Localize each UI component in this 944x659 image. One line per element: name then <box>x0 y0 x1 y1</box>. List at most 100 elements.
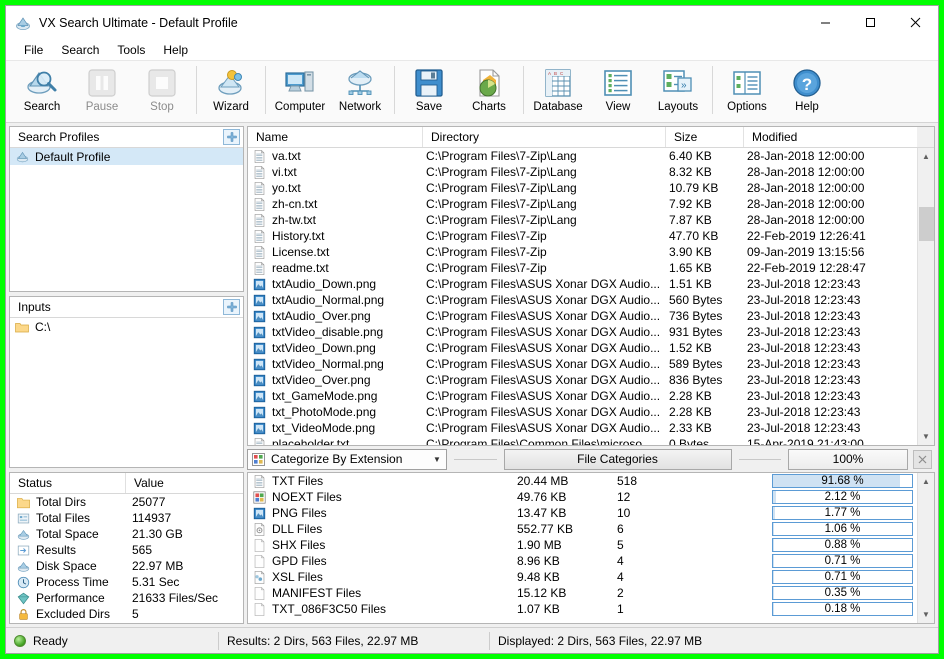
file-row[interactable]: vi.txtC:\Program Files\7-Zip\Lang8.32 KB… <box>248 164 917 180</box>
close-button[interactable] <box>893 6 938 39</box>
category-name: SHX Files <box>272 538 517 552</box>
category-row[interactable]: DLL Files552.77 KB61.06 % <box>248 521 917 537</box>
xsl-file-icon <box>251 570 267 584</box>
file-modified: 23-Jul-2018 12:23:43 <box>744 357 917 371</box>
file-row[interactable]: txt_PhotoMode.pngC:\Program Files\ASUS X… <box>248 404 917 420</box>
file-row[interactable]: txt_GameMode.pngC:\Program Files\ASUS Xo… <box>248 388 917 404</box>
profile-row[interactable]: Default Profile <box>10 148 243 165</box>
add-input-button[interactable] <box>223 299 240 315</box>
add-profile-button[interactable] <box>223 129 240 145</box>
category-row[interactable]: TXT Files20.44 MB51891.68 % <box>248 473 917 489</box>
folder-icon <box>14 320 30 334</box>
file-row[interactable]: License.txtC:\Program Files\7-Zip3.90 KB… <box>248 244 917 260</box>
layouts-icon: » <box>662 66 694 100</box>
file-size: 47.70 KB <box>666 229 744 243</box>
toolbar-label: Save <box>416 101 442 113</box>
categorize-dropdown[interactable]: Categorize By Extension ▼ <box>247 449 447 470</box>
column-header-size[interactable]: Size <box>666 127 744 147</box>
toolbar-button-database[interactable]: ABCDatabase <box>528 61 588 121</box>
file-row[interactable]: txtAudio_Down.pngC:\Program Files\ASUS X… <box>248 276 917 292</box>
file-row[interactable]: txtVideo_disable.pngC:\Program Files\ASU… <box>248 324 917 340</box>
png-file-icon <box>251 357 267 371</box>
toolbar-label: Options <box>727 101 767 113</box>
toolbar-button-layouts[interactable]: »Layouts <box>648 61 708 121</box>
menu-help[interactable]: Help <box>154 41 197 59</box>
txt-file-icon <box>251 149 267 163</box>
file-row[interactable]: txtAudio_Normal.pngC:\Program Files\ASUS… <box>248 292 917 308</box>
toolbar-button-search[interactable]: Search <box>12 61 72 121</box>
category-row[interactable]: PNG Files13.47 KB101.77 % <box>248 505 917 521</box>
cat-scroll-down-icon[interactable]: ▼ <box>918 606 935 623</box>
category-percent: 1.06 % <box>772 522 913 536</box>
png-file-icon <box>251 277 267 291</box>
column-header-name[interactable]: Name <box>248 127 423 147</box>
category-row[interactable]: GPD Files8.96 KB40.71 % <box>248 553 917 569</box>
inputs-header: Inputs <box>10 297 243 318</box>
categories-scrollbar[interactable]: ▲ ▼ <box>917 473 934 623</box>
file-directory: C:\Program Files\ASUS Xonar DGX Audio... <box>423 293 666 307</box>
chevron-down-icon[interactable]: ▼ <box>428 450 446 469</box>
file-row[interactable]: txtVideo_Normal.pngC:\Program Files\ASUS… <box>248 356 917 372</box>
close-categories-icon[interactable] <box>913 450 932 469</box>
toolbar-button-computer[interactable]: Computer <box>270 61 330 121</box>
category-row[interactable]: XSL Files9.48 KB40.71 % <box>248 569 917 585</box>
minimize-button[interactable] <box>803 6 848 39</box>
inputs-list[interactable]: C:\ <box>10 318 243 467</box>
scroll-thumb[interactable] <box>919 207 934 241</box>
file-name: txt_VideoMode.png <box>272 421 375 435</box>
file-row[interactable]: zh-cn.txtC:\Program Files\7-Zip\Lang7.92… <box>248 196 917 212</box>
maximize-button[interactable] <box>848 6 893 39</box>
toolbar-button-options[interactable]: Options <box>717 61 777 121</box>
category-row[interactable]: SHX Files1.90 MB50.88 % <box>248 537 917 553</box>
file-row[interactable]: yo.txtC:\Program Files\7-Zip\Lang10.79 K… <box>248 180 917 196</box>
category-count: 4 <box>617 570 772 584</box>
category-row[interactable]: MANIFEST Files15.12 KB20.35 % <box>248 585 917 601</box>
cat-scroll-up-icon[interactable]: ▲ <box>918 473 935 490</box>
toolbar-button-save[interactable]: Save <box>399 61 459 121</box>
file-categories-tab[interactable]: File Categories <box>504 449 732 470</box>
disk-icon <box>15 527 31 541</box>
status-key: Total Dirs <box>36 495 132 509</box>
category-row[interactable]: NOEXT Files49.76 KB122.12 % <box>248 489 917 505</box>
category-rows[interactable]: TXT Files20.44 MB51891.68 %NOEXT Files49… <box>248 473 917 623</box>
file-size: 7.92 KB <box>666 197 744 211</box>
menu-file[interactable]: File <box>15 41 52 59</box>
divider-left <box>454 459 497 460</box>
input-row[interactable]: C:\ <box>10 318 243 335</box>
toolbar-button-network[interactable]: Network <box>330 61 390 121</box>
scroll-up-icon[interactable]: ▲ <box>918 148 935 165</box>
zoom-level[interactable]: 100% <box>788 449 908 470</box>
file-row[interactable]: txtVideo_Over.pngC:\Program Files\ASUS X… <box>248 372 917 388</box>
toolbar-button-wizard[interactable]: Wizard <box>201 61 261 121</box>
file-size: 560 Bytes <box>666 293 744 307</box>
file-list-scrollbar[interactable]: ▲ ▼ <box>917 148 934 445</box>
file-row[interactable]: placeholder.txtC:\Program Files\Common F… <box>248 436 917 445</box>
category-row[interactable]: TXT_086F3C50 Files1.07 KB10.18 % <box>248 601 917 617</box>
file-row[interactable]: History.txtC:\Program Files\7-Zip47.70 K… <box>248 228 917 244</box>
file-rows[interactable]: va.txtC:\Program Files\7-Zip\Lang6.40 KB… <box>248 148 917 445</box>
menu-search[interactable]: Search <box>52 41 108 59</box>
column-header-modified[interactable]: Modified <box>744 127 917 147</box>
generic-file-icon <box>251 586 267 600</box>
category-name: GPD Files <box>272 554 517 568</box>
file-size: 931 Bytes <box>666 325 744 339</box>
txt-file-icon <box>251 474 267 488</box>
category-size: 49.76 KB <box>517 490 617 504</box>
menu-tools[interactable]: Tools <box>108 41 154 59</box>
search-profiles-list[interactable]: Default Profile <box>10 148 243 291</box>
scroll-track[interactable] <box>918 165 935 428</box>
file-size: 836 Bytes <box>666 373 744 387</box>
file-row[interactable]: readme.txtC:\Program Files\7-Zip1.65 KB2… <box>248 260 917 276</box>
toolbar-button-charts[interactable]: Charts <box>459 61 519 121</box>
toolbar-button-help[interactable]: ?Help <box>777 61 837 121</box>
file-row[interactable]: txtVideo_Down.pngC:\Program Files\ASUS X… <box>248 340 917 356</box>
file-modified: 23-Jul-2018 12:23:43 <box>744 293 917 307</box>
column-header-directory[interactable]: Directory <box>423 127 666 147</box>
scroll-down-icon[interactable]: ▼ <box>918 428 935 445</box>
cat-scroll-track[interactable] <box>918 490 935 606</box>
file-row[interactable]: zh-tw.txtC:\Program Files\7-Zip\Lang7.87… <box>248 212 917 228</box>
file-row[interactable]: txtAudio_Over.pngC:\Program Files\ASUS X… <box>248 308 917 324</box>
file-row[interactable]: va.txtC:\Program Files\7-Zip\Lang6.40 KB… <box>248 148 917 164</box>
file-row[interactable]: txt_VideoMode.pngC:\Program Files\ASUS X… <box>248 420 917 436</box>
toolbar-button-view[interactable]: View <box>588 61 648 121</box>
